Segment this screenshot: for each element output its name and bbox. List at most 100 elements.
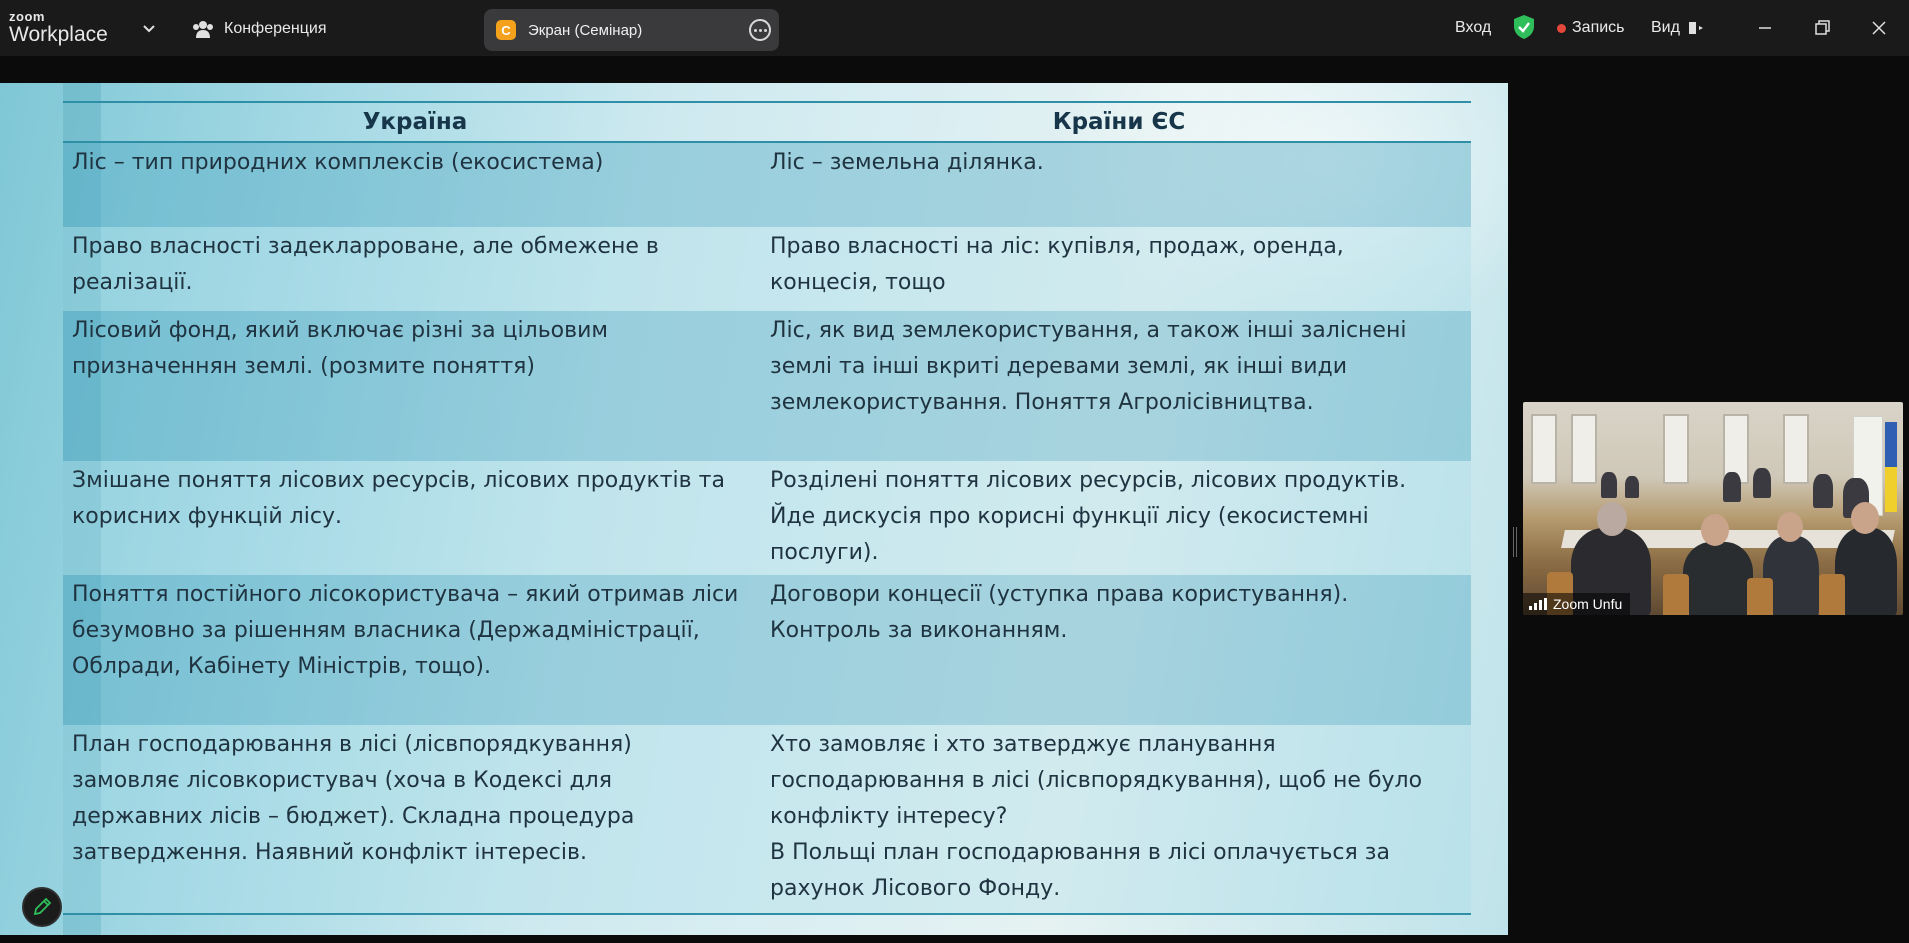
shared-slide: Україна Країни ЄС Ліс – тип природних ко… [0, 83, 1508, 935]
cell-line: землі та інші вкриті деревами землі, як … [770, 354, 1348, 379]
cell-line: Облради, Кабінету Міністрів, тощо). [72, 654, 491, 679]
meeting-info-button[interactable]: Конференция [192, 15, 327, 43]
table-row: Ліс – тип природних комплексів (екосисте… [63, 143, 1471, 227]
video-decor [1571, 414, 1597, 484]
shield-check-icon[interactable] [1513, 14, 1535, 40]
cell-line: замовляє лісовкористувач (хоча в Кодексі… [72, 768, 612, 793]
login-label: Вход [1455, 19, 1492, 36]
cell-line: господарювання в лісі (лісвпорядкування)… [770, 768, 1423, 793]
video-decor [1597, 502, 1627, 536]
cell-line: землекористування. Поняття Агролісівницт… [770, 390, 1314, 415]
logo-big-text: Workplace [9, 23, 108, 46]
video-decor [1531, 414, 1557, 484]
cell-line: безумовно за рішенням власника (Держадмі… [72, 618, 700, 643]
login-button[interactable]: Вход [1455, 15, 1491, 41]
restore-icon[interactable] [1808, 14, 1836, 42]
participants-icon [193, 21, 213, 38]
annotate-button[interactable] [22, 887, 62, 927]
record-dot-icon [1557, 23, 1566, 33]
cell-ukraine: Ліс – тип природних комплексів (екосисте… [63, 143, 767, 227]
chevron-down-icon[interactable] [140, 19, 158, 37]
table-row: План господарювання в лісі (лісвпорядкув… [63, 725, 1471, 913]
cell-line: концесія, тощо [770, 270, 946, 295]
video-decor [1663, 574, 1689, 615]
video-decor [1851, 502, 1879, 534]
video-decor [1683, 542, 1753, 615]
comparison-table: Україна Країни ЄС Ліс – тип природних ко… [63, 101, 1471, 915]
cell-line: Контроль за виконанням. [770, 618, 1068, 643]
cell-ukraine: Змішане поняття лісових ресурсів, лісови… [63, 461, 767, 575]
video-decor [1885, 422, 1897, 512]
cell-line: призначеннян землі. (розмите поняття) [72, 354, 535, 379]
cell-eu: Договори концесії (уступка права користу… [767, 575, 1471, 725]
meeting-label: Конференция [224, 20, 327, 37]
more-options-icon[interactable] [749, 19, 771, 41]
video-decor [1601, 472, 1617, 498]
table-row: Поняття постійного лісокористувача – яки… [63, 575, 1471, 725]
table-row: Лісовий фонд, який включає різні за ціль… [63, 311, 1471, 461]
logo-small-text: zoom [9, 9, 45, 24]
cell-eu: Ліс – земельна ділянка. [767, 143, 1471, 227]
zoom-workplace-logo: zoom Workplace [9, 10, 108, 45]
table-row: Змішане поняття лісових ресурсів, лісови… [63, 461, 1471, 575]
cell-line: Поняття постійного лісокористувача – яки… [72, 582, 739, 607]
video-decor [1747, 578, 1773, 615]
cell-line: Розділені поняття лісових ресурсів, лісо… [770, 468, 1407, 493]
minimize-icon[interactable] [1751, 14, 1779, 42]
cell-line: План господарювання в лісі (лісвпорядкув… [72, 732, 632, 757]
cell-ukraine: Право власності задекларроване, але обме… [63, 227, 767, 311]
video-decor [1663, 414, 1689, 484]
cell-line: Право власності на ліс: купівля, продаж,… [770, 234, 1344, 259]
video-decor [1625, 476, 1639, 498]
cell-line: Ліс – тип природних комплексів (екосисте… [72, 150, 604, 175]
cell-line: Лісовий фонд, який включає різні за ціль… [72, 318, 608, 343]
cell-line: Ліс, як вид землекористування, а також і… [770, 318, 1407, 343]
signal-bars-icon [1529, 598, 1547, 610]
cell-line: В Польщі план господарювання в лісі опла… [770, 840, 1390, 865]
cell-line: Право власності задекларроване, але обме… [72, 234, 659, 259]
view-layout-icon [1688, 22, 1703, 34]
screen-share-indicator[interactable]: C Экран (Семінар) [484, 9, 779, 51]
column-header-eu: Країни ЄС [1052, 109, 1186, 135]
cell-eu: Ліс, як вид землекористування, а також і… [767, 311, 1471, 461]
cell-eu: Хто замовляє і хто затверджує планування… [767, 725, 1471, 913]
participant-name-tag: Zoom Unfu [1523, 593, 1631, 615]
cell-line: корисних функцій лісу. [72, 504, 342, 529]
column-header-ukraine: Україна [362, 109, 468, 135]
record-button[interactable]: Запись [1557, 15, 1625, 41]
record-label: Запись [1572, 19, 1625, 36]
table-row: Право власності задекларроване, але обме… [63, 227, 1471, 311]
video-decor [1819, 574, 1845, 615]
cell-line: конфлікту інтересу? [770, 804, 1008, 829]
cell-line: Договори концесії (уступка права користу… [770, 582, 1349, 607]
participant-video-tile[interactable]: Zoom Unfu [1523, 402, 1903, 615]
video-decor [1701, 514, 1729, 546]
panel-resize-handle[interactable] [1513, 527, 1517, 557]
cell-line: Хто замовляє і хто затверджує планування [770, 732, 1276, 757]
table-header: Україна Країни ЄС [63, 103, 1471, 141]
cell-ukraine: План господарювання в лісі (лісвпорядкув… [63, 725, 767, 913]
cell-line: Йде дискусія про корисні функції лісу (е… [770, 504, 1369, 529]
view-button[interactable]: Вид [1651, 15, 1704, 41]
cell-line: Змішане поняття лісових ресурсів, лісови… [72, 468, 725, 493]
video-decor [1813, 474, 1833, 508]
pencil-icon [33, 897, 52, 916]
participant-name: Zoom Unfu [1553, 596, 1623, 612]
cell-line: Ліс – земельна ділянка. [770, 150, 1044, 175]
close-icon[interactable] [1865, 14, 1893, 42]
cell-line: державних лісів – бюджет). Складна проце… [72, 804, 635, 829]
cell-ukraine: Поняття постійного лісокористувача – яки… [63, 575, 767, 725]
cell-ukraine: Лісовий фонд, який включає різні за ціль… [63, 311, 767, 461]
video-decor [1783, 414, 1809, 484]
table-bottom-rule [63, 913, 1471, 915]
share-label: Экран (Семінар) [528, 21, 643, 39]
cell-line: послуги). [770, 540, 879, 565]
cell-line: реалізації. [72, 270, 193, 295]
video-decor [1753, 468, 1771, 498]
cell-eu: Розділені поняття лісових ресурсів, лісо… [767, 461, 1471, 575]
cell-eu: Право власності на ліс: купівля, продаж,… [767, 227, 1471, 311]
cell-line: затвердження. Наявний конфлікт інтересів… [72, 840, 587, 865]
share-app-icon: C [496, 20, 516, 40]
view-label: Вид [1651, 19, 1680, 36]
video-decor [1777, 512, 1803, 542]
